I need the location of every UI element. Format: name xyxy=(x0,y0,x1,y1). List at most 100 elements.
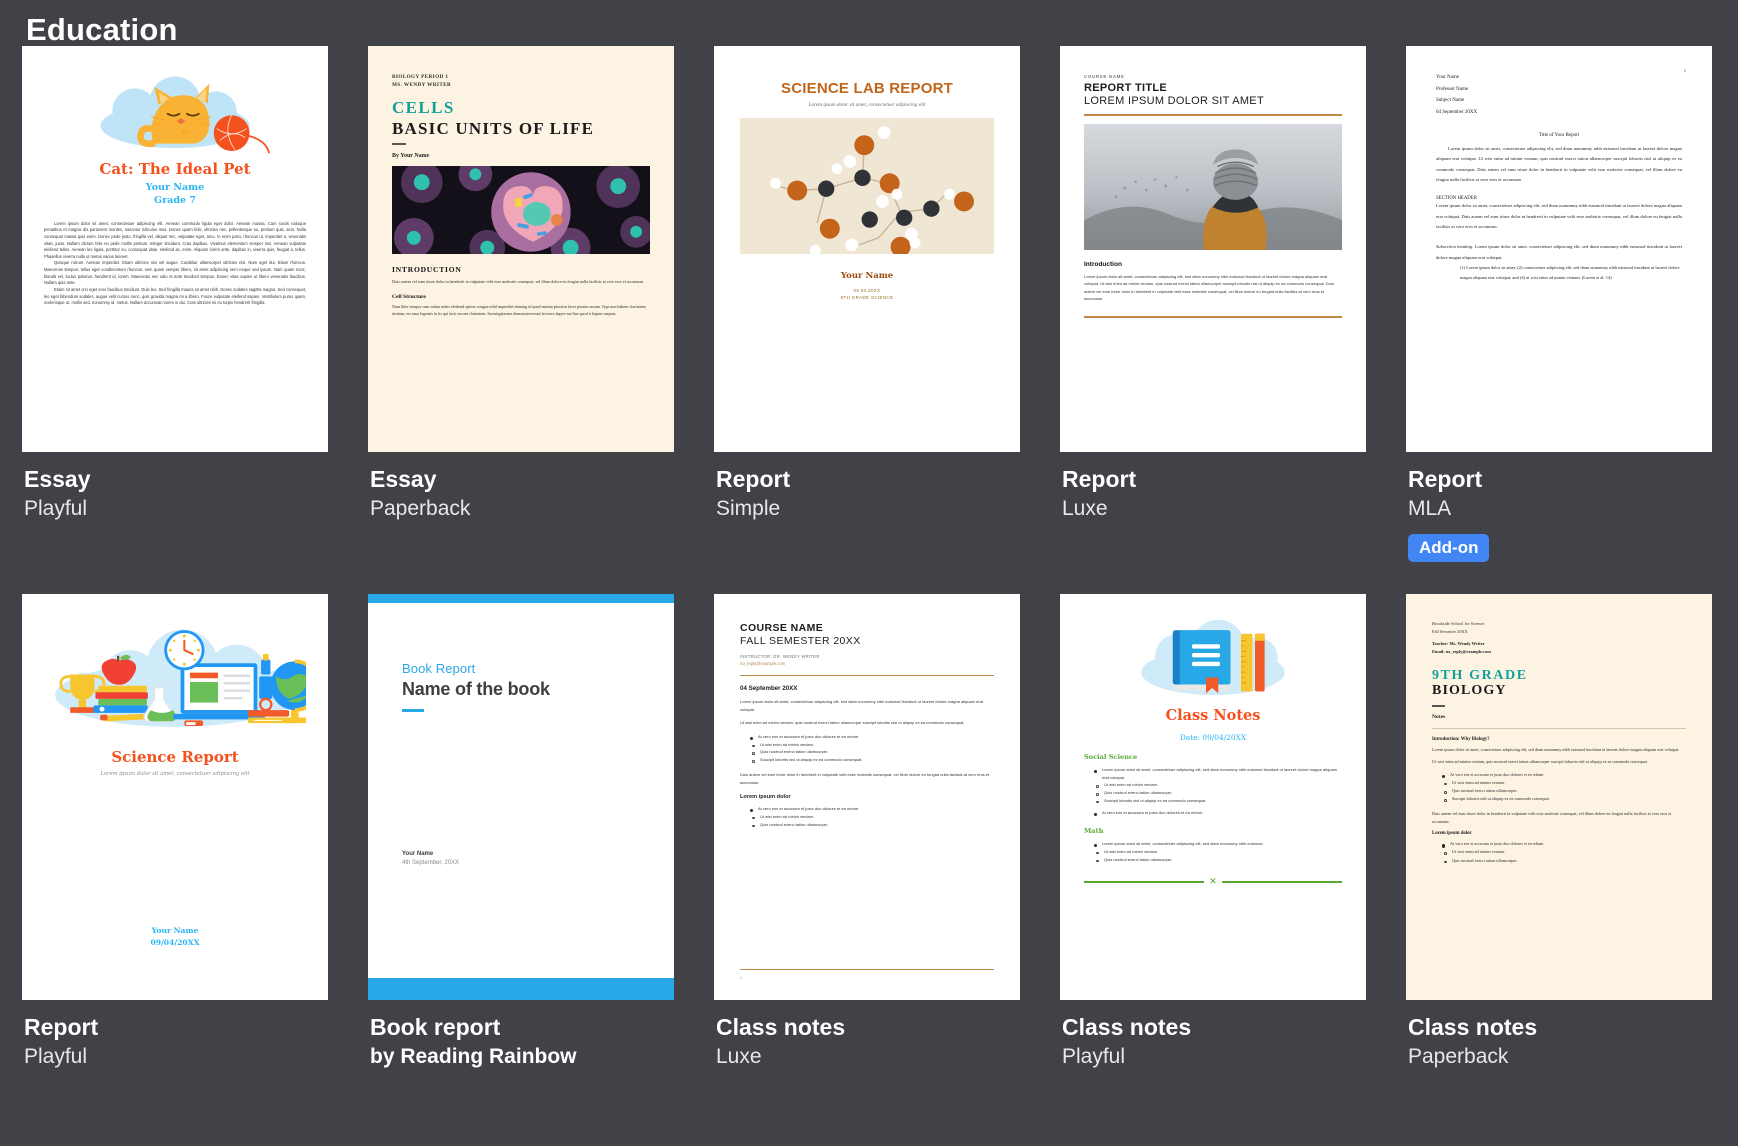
doc-kicker-line1: BIOLOGY PERIOD 1 xyxy=(392,74,449,80)
list-item: At vero eos et accusam et justo duo dolo… xyxy=(1442,840,1686,848)
doc-date: 04 September 20XX xyxy=(740,685,798,693)
doc-paragraph: Etiam sit amet orci eget eros faucibus t… xyxy=(44,286,306,306)
doc-title: SCIENCE LAB REPORT xyxy=(781,80,953,97)
template-card-report-playful[interactable]: Science Report Lorem ipsum dolor sit ame… xyxy=(22,594,328,1072)
template-thumbnail-essay-paperback[interactable]: BIOLOGY PERIOD 1 MS. WENDY WRITER CELLS … xyxy=(368,46,674,452)
doc-page-number: 1 xyxy=(1683,68,1686,73)
doc-sub-bullet-list: Ut wisi enim ad minim veniam. Quis nostr… xyxy=(1096,781,1342,804)
doc-subsection-label: Subsection heading. xyxy=(1436,244,1474,250)
template-card-book-report-reading-rainbow[interactable]: Book Report Name of the book Your Name 4… xyxy=(368,594,674,1072)
divider xyxy=(1084,316,1342,318)
template-name: Essay xyxy=(370,466,437,492)
template-card-report-simple[interactable]: SCIENCE LAB REPORT Lorem ipsum dolor sit… xyxy=(714,46,1020,562)
template-thumbnail-report-playful[interactable]: Science Report Lorem ipsum dolor sit ame… xyxy=(22,594,328,1000)
doc-email: no_reply@example.com xyxy=(740,660,786,666)
doc-author: Your Name xyxy=(145,182,205,193)
doc-course: COURSE NAME xyxy=(1084,74,1125,79)
template-card-class-notes-luxe[interactable]: COURSE NAME FALL SEMESTER 20XX INSTRUCTO… xyxy=(714,594,1020,1072)
template-thumbnail-class-notes-luxe[interactable]: COURSE NAME FALL SEMESTER 20XX INSTRUCTO… xyxy=(714,594,1020,1000)
doc-line-professor: Professor Name xyxy=(1436,86,1469,92)
doc-sub-bullet-list: Ut wisi enim ad minim veniam. Quis nostr… xyxy=(1444,848,1686,864)
list-item: Ut wisi enim ad minim veniam. xyxy=(752,813,994,821)
template-meta: Report Simple xyxy=(714,452,1020,524)
template-thumbnail-report-mla[interactable]: 1 Your Name Professor Name Subject Name … xyxy=(1406,46,1712,452)
doc-tagline: Lorem ipsum dolor sit amet, consectetuer… xyxy=(808,102,926,108)
template-name: Report xyxy=(1062,466,1137,492)
template-style: Playful xyxy=(24,1045,88,1068)
doc-heading-introduction: Introduction xyxy=(1084,260,1122,268)
doc-course: 8TH GRADE SCIENCE xyxy=(840,295,894,301)
doc-title-primary: REPORT TITLE xyxy=(1084,82,1168,94)
template-style: Simple xyxy=(716,497,781,520)
doc-line-subject: Subject Name xyxy=(1436,98,1465,103)
list-item: Quis nostrud exerci tation ullamcorper. xyxy=(1096,789,1342,797)
cell-microscopy-image xyxy=(392,165,650,254)
template-name: Report xyxy=(1408,466,1483,492)
doc-grade: Grade 7 xyxy=(154,194,196,206)
doc-paragraph: Lorem ipsum dolor sit amet, consectetuer… xyxy=(1432,746,1680,752)
doc-paragraph: Duis autem vel eum iriure dolor in hendr… xyxy=(1432,811,1672,824)
list-item: At vero eos et accusam et justo duo dolo… xyxy=(750,733,994,741)
template-thumbnail-report-luxe[interactable]: COURSE NAME REPORT TITLE LOREM IPSUM DOL… xyxy=(1060,46,1366,452)
template-card-report-luxe[interactable]: COURSE NAME REPORT TITLE LOREM IPSUM DOL… xyxy=(1060,46,1366,562)
template-thumbnail-report-simple[interactable]: SCIENCE LAB REPORT Lorem ipsum dolor sit… xyxy=(714,46,1020,452)
template-card-essay-paperback[interactable]: BIOLOGY PERIOD 1 MS. WENDY WRITER CELLS … xyxy=(368,46,674,562)
template-card-essay-playful[interactable]: Cat: The Ideal Pet Your Name Grade 7 Lor… xyxy=(22,46,328,562)
doc-byline: By Your Name xyxy=(392,152,430,159)
template-thumbnail-book-report[interactable]: Book Report Name of the book Your Name 4… xyxy=(368,594,674,1000)
doc-paragraph: Quisque rutrum. Aenean imperdiet. Etiam … xyxy=(44,260,306,286)
doc-email: Email: no_reply@example.com xyxy=(1432,649,1491,655)
page-title: Education xyxy=(26,12,178,47)
doc-paragraph: Lorem ipsum dolor sit amet, consectetuer… xyxy=(1436,244,1682,260)
template-style: Paperback xyxy=(1408,1045,1509,1068)
doc-bullet-list: At vero eos et accusam et justo duo dolo… xyxy=(750,733,994,741)
template-meta: Book report by Reading Rainbow xyxy=(368,1000,674,1072)
template-name: Class notes xyxy=(1408,1014,1538,1040)
divider xyxy=(1084,114,1342,116)
doc-author: Your Name xyxy=(402,851,434,857)
doc-bullet-list: At vero eos et accusam et justo duo dolo… xyxy=(1442,840,1686,848)
doc-kicker-line2: MS. WENDY WRITER xyxy=(392,81,452,88)
template-thumbnail-essay-playful[interactable]: Cat: The Ideal Pet Your Name Grade 7 Lor… xyxy=(22,46,328,452)
template-card-class-notes-playful[interactable]: Class Notes Date: 09/04/20XX Social Scie… xyxy=(1060,594,1366,1072)
divider xyxy=(740,674,994,677)
doc-sub-bullet-list: Ut wisi enim ad minim veniam. Quis nostr… xyxy=(1096,848,1342,864)
list-item: Quis nostrud exerci tation ullamcorper. xyxy=(1444,787,1686,795)
doc-date: 09.04.20XX xyxy=(853,288,881,293)
section-divider-ornament: ✕ xyxy=(1084,877,1343,886)
add-on-badge: Add-on xyxy=(1408,534,1490,562)
template-style: MLA xyxy=(1408,497,1452,520)
list-item: Quis nostrud exerci tation ullamcorper. xyxy=(752,748,994,756)
divider xyxy=(740,968,994,970)
doc-title-secondary: BASIC UNITS OF LIFE xyxy=(392,118,595,138)
doc-heading: Lorem ipsum dolor xyxy=(740,794,791,801)
doc-title-primary: CELLS xyxy=(392,97,455,117)
doc-paragraph: Ut wisi enim ad minim veniam, quis nostr… xyxy=(1432,759,1648,765)
template-card-class-notes-paperback[interactable]: Brookside School for Science Fall Semest… xyxy=(1406,594,1712,1072)
template-style: Paperback xyxy=(370,497,471,520)
doc-title-secondary: LOREM IPSUM DOLOR SIT AMET xyxy=(1084,94,1264,107)
book-and-ruler-illustration-icon xyxy=(1084,618,1342,702)
doc-title-primary: 9TH GRADE xyxy=(1432,667,1528,683)
list-item: Suscipit lobortis nisl ut aliquip ex ea … xyxy=(752,756,994,764)
doc-paragraph: Lorem ipsum dolor sit amet, consectetuer… xyxy=(1436,146,1682,182)
doc-notes-label: Notes xyxy=(1432,713,1446,720)
molecule-illustration-icon xyxy=(740,118,994,257)
template-grid: Cat: The Ideal Pet Your Name Grade 7 Lor… xyxy=(0,46,1738,1072)
list-item: Quis nostrud exerci tation ullamcorper. xyxy=(1096,856,1342,864)
doc-bullet-list: At vero eos et accusam et justo duo dolo… xyxy=(1442,771,1686,779)
list-item: Ut wisi enim ad minim veniam. xyxy=(1444,779,1686,787)
template-thumbnail-class-notes-paperback[interactable]: Brookside School for Science Fall Semest… xyxy=(1406,594,1712,1000)
template-meta: Report Luxe xyxy=(1060,452,1366,524)
list-item: At vero eos et accusam et justo duo dolo… xyxy=(1442,771,1686,779)
template-card-report-mla[interactable]: 1 Your Name Professor Name Subject Name … xyxy=(1406,46,1712,562)
top-accent-bar xyxy=(368,594,674,603)
list-item: Suscipit lobortis nisl ut aliquip ex ea … xyxy=(1444,795,1686,803)
template-name: Class notes xyxy=(716,1014,846,1040)
doc-paragraph: Lorem ipsum dolor sit amet, consectetuer… xyxy=(740,699,984,712)
doc-block-quote: (1) Lorem ipsum dolor sit amet; (2) cons… xyxy=(1460,264,1680,280)
doc-title: Title of Your Report xyxy=(1538,133,1580,138)
template-thumbnail-class-notes-playful[interactable]: Class Notes Date: 09/04/20XX Social Scie… xyxy=(1060,594,1366,1000)
template-style: Luxe xyxy=(1062,497,1108,520)
doc-paragraph: Duis autem vel eum iriure dolor in hendr… xyxy=(392,278,645,284)
